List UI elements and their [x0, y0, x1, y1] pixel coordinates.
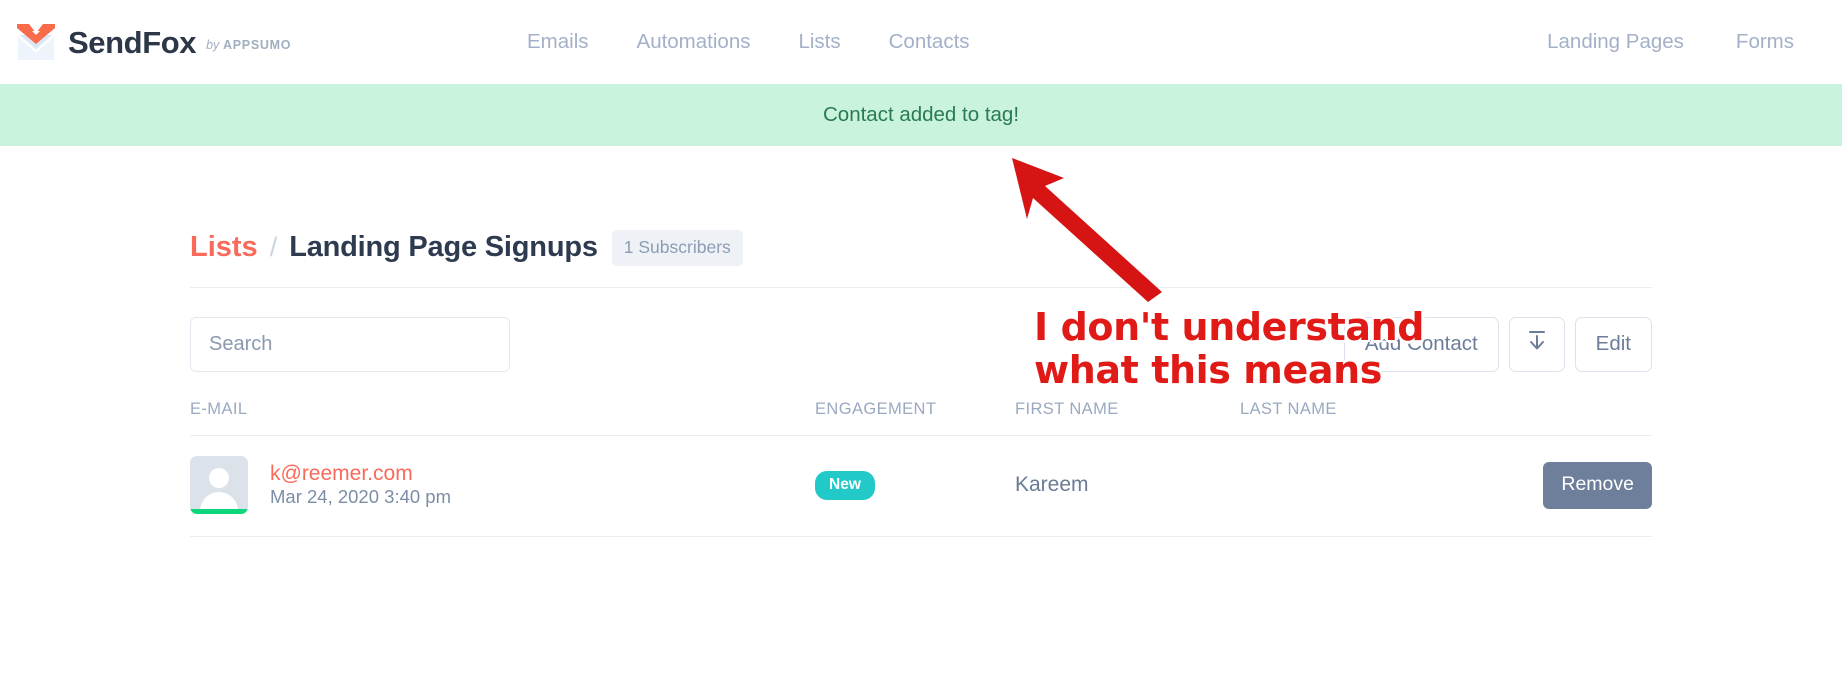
breadcrumb: Lists / Landing Page Signups 1 Subscribe… — [190, 146, 1652, 288]
column-header-last-name: LAST NAME — [1240, 400, 1490, 436]
brand-logo-area[interactable]: SendFox by APPSUMO — [0, 22, 291, 62]
toolbar-actions: Add Contact Edit — [1343, 316, 1652, 372]
add-contact-button[interactable]: Add Contact — [1343, 316, 1499, 372]
column-header-engagement: ENGAGEMENT — [815, 400, 1015, 436]
secondary-nav: Landing Pages Forms — [1547, 0, 1794, 84]
nav-link-automations[interactable]: Automations — [637, 30, 751, 54]
cell-email: k@reemer.com Mar 24, 2020 3:40 pm — [190, 435, 815, 537]
breadcrumb-lists-link[interactable]: Lists — [190, 231, 258, 264]
contacts-table: E-MAIL ENGAGEMENT FIRST NAME LAST NAME k… — [190, 400, 1652, 537]
brand-byline: by APPSUMO — [206, 39, 291, 52]
cell-engagement: New — [815, 435, 1015, 537]
nav-link-landing-pages[interactable]: Landing Pages — [1547, 30, 1684, 54]
breadcrumb-separator: / — [269, 232, 278, 262]
column-header-actions — [1490, 400, 1652, 436]
nav-link-emails[interactable]: Emails — [527, 30, 589, 54]
download-icon — [1526, 329, 1548, 359]
avatar-status-bar — [190, 509, 248, 514]
email-text-block: k@reemer.com Mar 24, 2020 3:40 pm — [270, 462, 451, 508]
search-input[interactable] — [190, 316, 510, 372]
nav-link-lists[interactable]: Lists — [798, 30, 840, 54]
cell-last-name — [1240, 435, 1490, 537]
column-header-first-name: FIRST NAME — [1015, 400, 1240, 436]
table-header: E-MAIL ENGAGEMENT FIRST NAME LAST NAME — [190, 400, 1652, 436]
edit-button[interactable]: Edit — [1574, 316, 1652, 372]
page-title: Landing Page Signups — [289, 231, 598, 263]
nav-link-forms[interactable]: Forms — [1736, 30, 1794, 54]
status-badge: New — [815, 470, 875, 500]
contact-email-link[interactable]: k@reemer.com — [270, 462, 451, 486]
contact-date: Mar 24, 2020 3:40 pm — [270, 486, 451, 507]
primary-nav: Emails Automations Lists Contacts — [527, 0, 970, 84]
nav-link-contacts[interactable]: Contacts — [889, 30, 970, 54]
column-header-email: E-MAIL — [190, 400, 815, 436]
brand-by-company: APPSUMO — [223, 37, 292, 52]
brand-by-prefix: by — [206, 37, 220, 52]
email-cell-content: k@reemer.com Mar 24, 2020 3:40 pm — [190, 456, 815, 514]
table-header-row: E-MAIL ENGAGEMENT FIRST NAME LAST NAME — [190, 400, 1652, 436]
success-alert-banner: Contact added to tag! — [0, 84, 1842, 146]
cell-actions: Remove — [1490, 435, 1652, 537]
user-avatar-placeholder-icon — [190, 456, 248, 514]
avatar-head-shape — [209, 468, 229, 488]
top-navbar: SendFox by APPSUMO Emails Automations Li… — [0, 0, 1842, 84]
table-body: k@reemer.com Mar 24, 2020 3:40 pm New Ka… — [190, 435, 1652, 537]
remove-contact-button[interactable]: Remove — [1543, 461, 1652, 509]
cell-first-name: Kareem — [1015, 435, 1240, 537]
table-row: k@reemer.com Mar 24, 2020 3:40 pm New Ka… — [190, 435, 1652, 537]
alert-message: Contact added to tag! — [822, 103, 1020, 126]
subscriber-count-badge: 1 Subscribers — [611, 230, 743, 266]
content-container: Lists / Landing Page Signups 1 Subscribe… — [190, 146, 1652, 537]
list-toolbar: Add Contact Edit — [190, 288, 1652, 400]
brand-name: SendFox — [68, 24, 197, 60]
download-button[interactable] — [1508, 316, 1565, 372]
main-content: Lists / Landing Page Signups 1 Subscribe… — [0, 146, 1842, 537]
sendfox-fox-envelope-logo — [14, 22, 58, 62]
